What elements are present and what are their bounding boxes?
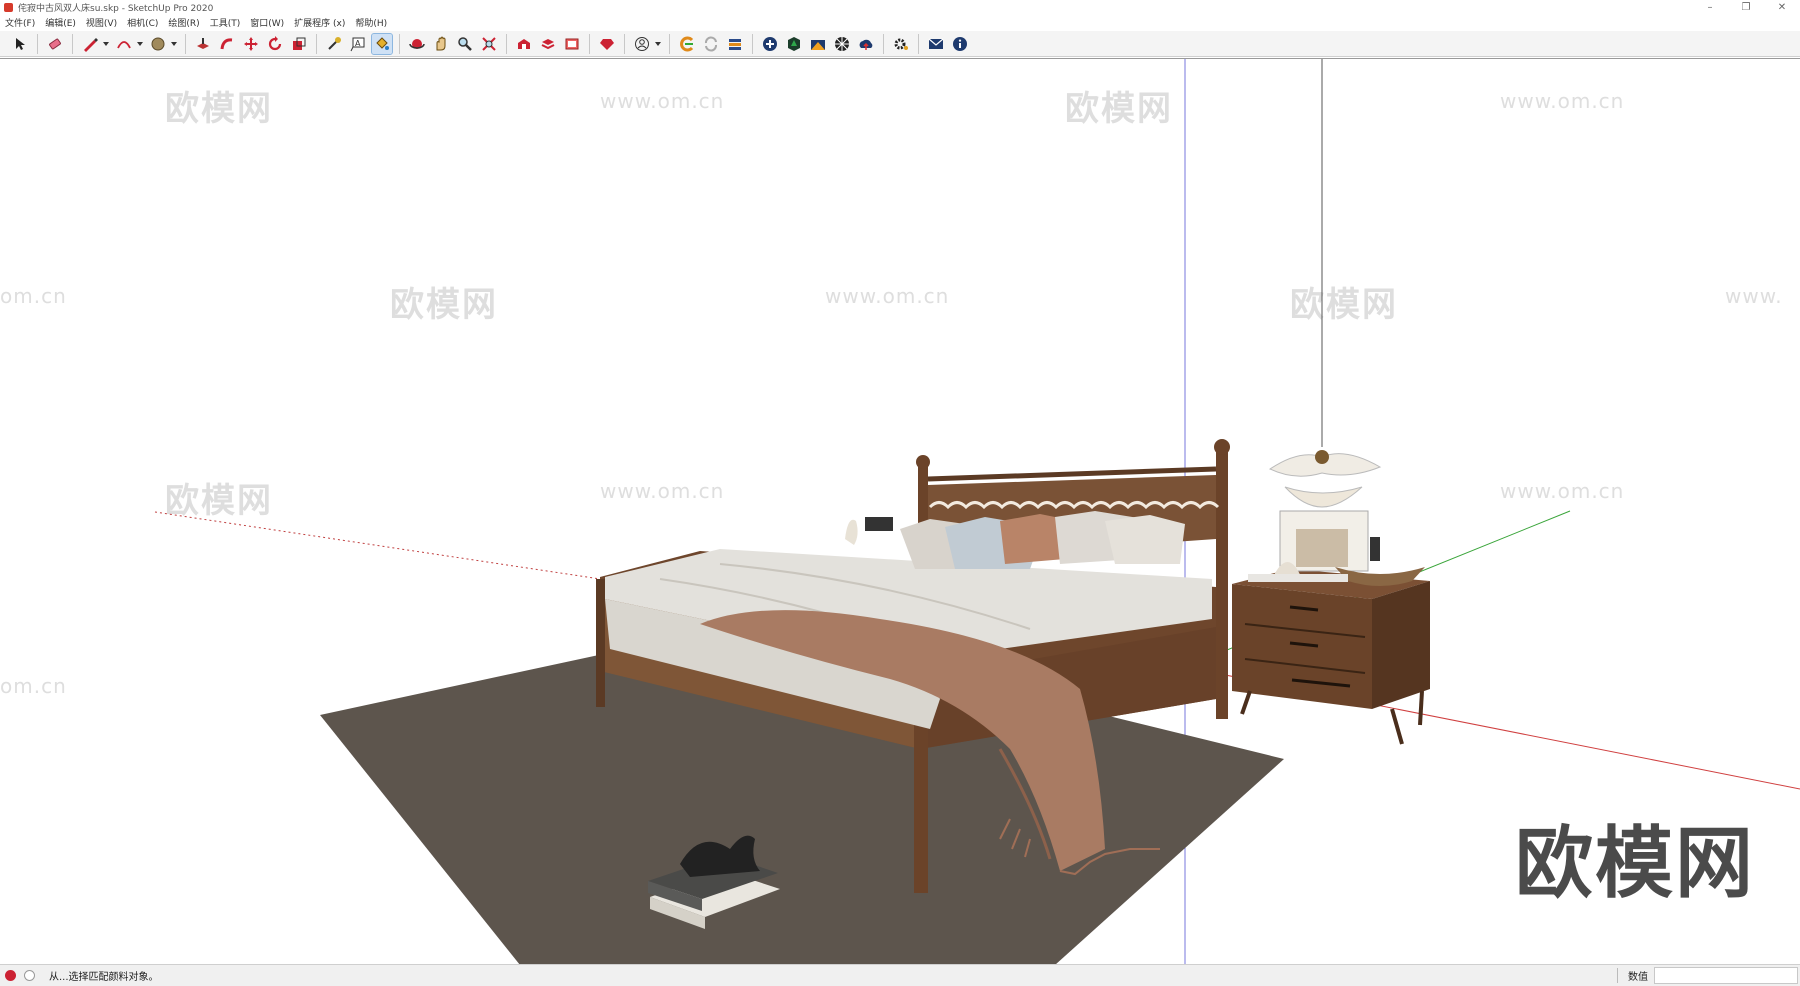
close-button[interactable]: ✕ [1764, 0, 1800, 15]
measurements-box: 数值 [1617, 965, 1800, 986]
zoom-icon[interactable] [455, 34, 475, 54]
pencil-line-icon[interactable] [80, 34, 100, 54]
toolbar-separator [752, 33, 753, 54]
menu-bar: 文件(F) 编辑(E) 视图(V) 相机(C) 绘图(R) 工具(T) 窗口(W… [0, 15, 1800, 30]
arc-icon[interactable] [114, 34, 134, 54]
toolbar-separator [316, 33, 317, 54]
mail-icon[interactable] [926, 34, 946, 54]
pan-icon[interactable] [431, 34, 451, 54]
window-title: 侘寂中古风双人床su.skp - SketchUp Pro 2020 [18, 4, 214, 14]
extension-icon-5[interactable] [784, 34, 804, 54]
push-pull-icon[interactable] [193, 34, 213, 54]
menu-tools[interactable]: 工具(T) [205, 16, 246, 29]
toolbar-separator [883, 33, 884, 54]
text-icon[interactable]: A [348, 34, 368, 54]
rotate-icon[interactable] [265, 34, 285, 54]
warehouse-icon[interactable] [514, 34, 534, 54]
menu-file[interactable]: 文件(F) [0, 16, 40, 29]
select-icon[interactable] [10, 34, 30, 54]
toolbar-separator [506, 33, 507, 54]
toolbar-separator [624, 33, 625, 54]
toolbar-separator [918, 33, 919, 54]
arc-dropdown[interactable] [136, 34, 144, 54]
shape-icon[interactable] [148, 34, 168, 54]
extension-icon-7[interactable] [832, 34, 852, 54]
toolbar-separator [37, 33, 38, 54]
tape-measure-icon[interactable] [324, 34, 344, 54]
toolbar-separator [589, 33, 590, 54]
extension-icon-2[interactable] [701, 34, 721, 54]
toolbar-separator [72, 33, 73, 54]
paint-bucket-icon[interactable] [371, 32, 393, 55]
minimize-button[interactable]: – [1692, 0, 1728, 15]
extension-icon-1[interactable] [677, 34, 697, 54]
toolbar-separator [669, 33, 670, 54]
orbit-icon[interactable] [407, 34, 427, 54]
info-icon[interactable] [950, 34, 970, 54]
account-icon[interactable] [632, 34, 652, 54]
shape-dropdown[interactable] [170, 34, 178, 54]
small-clock [865, 517, 893, 531]
svg-text:A: A [355, 39, 361, 48]
account-dropdown[interactable] [654, 34, 662, 54]
toolbar-separator [399, 33, 400, 54]
extension-icon-8[interactable] [856, 34, 876, 54]
pencil-line-dropdown[interactable] [102, 34, 110, 54]
restore-button[interactable]: ❐ [1728, 0, 1764, 15]
model-viewport[interactable]: 欧模网 www.om.cn 欧模网 www.om.cn om.cn 欧模网 ww… [0, 58, 1800, 965]
sketchup-logo-icon [4, 3, 13, 12]
pendant-lamp [1268, 450, 1382, 508]
layout-icon[interactable] [562, 34, 582, 54]
zoom-extents-icon[interactable] [479, 34, 499, 54]
status-message: 从...选择匹配颜料对象。 [49, 972, 159, 983]
measurements-label: 数值 [1617, 968, 1648, 983]
ruby-icon[interactable] [597, 34, 617, 54]
menu-extensions[interactable]: 扩展程序 (x) [289, 16, 350, 29]
menu-window[interactable]: 窗口(W) [245, 16, 289, 29]
menu-view[interactable]: 视图(V) [81, 16, 122, 29]
extension-icon-4[interactable] [760, 34, 780, 54]
extension-icon-6[interactable] [808, 34, 828, 54]
measurements-input[interactable] [1654, 967, 1798, 984]
toolbar-separator [185, 33, 186, 54]
eraser-icon[interactable] [45, 34, 65, 54]
scale-icon[interactable] [289, 34, 309, 54]
main-toolbar: A [0, 31, 1800, 57]
settings-icon[interactable] [891, 34, 911, 54]
geo-location-icon[interactable] [5, 970, 16, 981]
menu-draw[interactable]: 绘图(R) [163, 16, 204, 29]
menu-camera[interactable]: 相机(C) [122, 16, 163, 29]
move-icon[interactable] [241, 34, 261, 54]
title-bar: 侘寂中古风双人床su.skp - SketchUp Pro 2020 – ❐ ✕ [0, 0, 1800, 15]
credits-info-icon[interactable] [24, 970, 35, 981]
extension-icon-3[interactable] [725, 34, 745, 54]
nightstand [1232, 510, 1430, 745]
menu-help[interactable]: 帮助(H) [350, 16, 392, 29]
follow-me-icon[interactable] [217, 34, 237, 54]
window-controls: – ❐ ✕ [1692, 0, 1800, 15]
status-bar: 从...选择匹配颜料对象。 数值 [0, 964, 1800, 986]
menu-edit[interactable]: 编辑(E) [40, 16, 81, 29]
extension-warehouse-icon[interactable] [538, 34, 558, 54]
brand-watermark-logo: 欧模网 [1515, 819, 1756, 909]
small-sculpture [845, 519, 858, 545]
